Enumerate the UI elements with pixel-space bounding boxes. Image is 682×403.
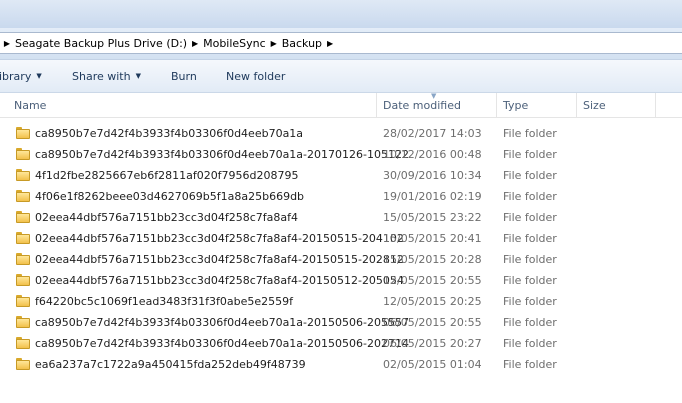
new-folder-button-label: New folder [226, 69, 286, 83]
file-date-modified: 30/09/2016 10:34 [383, 169, 482, 182]
file-type: File folder [503, 337, 557, 350]
burn-button-label: Burn [171, 69, 197, 83]
file-name: f64220bc5c1069f1ead3483f31f3f0abe5e2559f [35, 295, 294, 308]
file-date-modified: 15/05/2015 23:22 [383, 211, 482, 224]
file-name: ca8950b7e7d42f4b3933f4b03306f0d4eeb70a1a [35, 127, 304, 140]
column-label: Name [14, 98, 47, 112]
file-type: File folder [503, 211, 557, 224]
chevron-right-icon[interactable]: ▶ [326, 33, 334, 53]
folder-icon [16, 316, 30, 328]
file-date-modified: 28/02/2017 14:03 [383, 127, 482, 140]
folder-icon [16, 358, 30, 370]
file-row[interactable]: 02eea44dbf576a7151bb23cc3d04f258c7fa8af4… [0, 249, 682, 270]
file-type: File folder [503, 169, 557, 182]
file-name: ca8950b7e7d42f4b3933f4b03306f0d4eeb70a1a… [35, 148, 409, 161]
column-header-size[interactable]: Size [577, 93, 656, 117]
folder-icon [16, 211, 30, 223]
file-type: File folder [503, 190, 557, 203]
column-label: Date modified [383, 98, 461, 112]
share-button-label: Share with [72, 69, 131, 83]
breadcrumb-label: Seagate Backup Plus Drive (D:) [15, 36, 188, 50]
breadcrumb-item-backup[interactable]: Backup [282, 33, 322, 53]
include-in-library-button[interactable]: ibrary ▼ [0, 60, 42, 92]
share-with-button[interactable]: Share with ▼ [72, 60, 141, 92]
file-row[interactable]: ca8950b7e7d42f4b3933f4b03306f0d4eeb70a1a… [0, 312, 682, 333]
file-row[interactable]: 4f06e1f8262beee03d4627069b5f1a8a25b669db… [0, 186, 682, 207]
file-date-modified: 06/05/2015 20:55 [383, 316, 482, 329]
file-date-modified: 15/05/2015 20:41 [383, 232, 482, 245]
file-type: File folder [503, 232, 557, 245]
file-date-modified: 10/12/2016 00:48 [383, 148, 482, 161]
file-date-modified: 12/05/2015 20:25 [383, 295, 482, 308]
file-date-modified: 12/05/2015 20:55 [383, 274, 482, 287]
file-date-modified: 19/01/2016 02:19 [383, 190, 482, 203]
command-toolbar: ibrary ▼ Share with ▼ Burn New folder [0, 60, 682, 93]
file-type: File folder [503, 358, 557, 371]
dropdown-arrow-icon: ▼ [135, 72, 141, 80]
folder-icon [16, 232, 30, 244]
file-date-modified: 06/05/2015 20:27 [383, 337, 482, 350]
file-name: 4f1d2fbe2825667eb6f2811af020f7956d208795 [35, 169, 299, 182]
folder-icon [16, 127, 30, 139]
file-name: 4f06e1f8262beee03d4627069b5f1a8a25b669db [35, 190, 305, 203]
file-list: ca8950b7e7d42f4b3933f4b03306f0d4eeb70a1a… [0, 123, 682, 375]
column-label: Size [583, 98, 606, 112]
file-row[interactable]: 02eea44dbf576a7151bb23cc3d04f258c7fa8af4… [0, 228, 682, 249]
file-type: File folder [503, 253, 557, 266]
file-type: File folder [503, 316, 557, 329]
column-header-name[interactable]: Name [8, 93, 377, 117]
file-name: ca8950b7e7d42f4b3933f4b03306f0d4eeb70a1a… [35, 316, 409, 329]
breadcrumb-item-drive[interactable]: Seagate Backup Plus Drive (D:) [15, 33, 187, 53]
file-type: File folder [503, 274, 557, 287]
file-name: 02eea44dbf576a7151bb23cc3d04f258c7fa8af4… [35, 274, 404, 287]
folder-icon [16, 274, 30, 286]
chevron-right-icon[interactable]: ▶ [3, 33, 11, 53]
breadcrumb[interactable]: ▶ Seagate Backup Plus Drive (D:) ▶ Mobil… [0, 32, 682, 54]
file-type: File folder [503, 295, 557, 308]
chevron-right-icon[interactable]: ▶ [270, 33, 278, 53]
folder-icon [16, 295, 30, 307]
file-name: ca8950b7e7d42f4b3933f4b03306f0d4eeb70a1a… [35, 337, 409, 350]
file-name: ea6a237a7c1722a9a450415fda252deb49f48739 [35, 358, 306, 371]
file-row[interactable]: ea6a237a7c1722a9a450415fda252deb49f48739… [0, 354, 682, 375]
column-header-date-modified[interactable]: Date modified [377, 93, 497, 117]
library-button-label: ibrary [0, 69, 32, 83]
folder-icon [16, 190, 30, 202]
breadcrumb-label: MobileSync [203, 36, 266, 50]
file-row[interactable]: ca8950b7e7d42f4b3933f4b03306f0d4eeb70a1a… [0, 333, 682, 354]
column-header-row: Name Date modified ▼ Type Size [0, 92, 682, 118]
folder-icon [16, 337, 30, 349]
file-row[interactable]: ca8950b7e7d42f4b3933f4b03306f0d4eeb70a1a… [0, 123, 682, 144]
burn-button[interactable]: Burn [171, 60, 197, 92]
file-date-modified: 02/05/2015 01:04 [383, 358, 482, 371]
column-header-type[interactable]: Type [497, 93, 577, 117]
file-name: 02eea44dbf576a7151bb23cc3d04f258c7fa8af4… [35, 253, 404, 266]
file-row[interactable]: 02eea44dbf576a7151bb23cc3d04f258c7fa8af4… [0, 270, 682, 291]
file-row[interactable]: ca8950b7e7d42f4b3933f4b03306f0d4eeb70a1a… [0, 144, 682, 165]
file-row[interactable]: f64220bc5c1069f1ead3483f31f3f0abe5e2559f… [0, 291, 682, 312]
dropdown-arrow-icon: ▼ [36, 72, 42, 80]
file-name: 02eea44dbf576a7151bb23cc3d04f258c7fa8af4 [35, 211, 299, 224]
title-bar [0, 0, 682, 28]
sort-descending-icon: ▼ [431, 92, 437, 100]
file-date-modified: 15/05/2015 20:28 [383, 253, 482, 266]
folder-icon [16, 253, 30, 265]
column-label: Type [503, 98, 529, 112]
folder-icon [16, 148, 30, 160]
breadcrumb-item-mobilesync[interactable]: MobileSync [203, 33, 266, 53]
file-row[interactable]: 4f1d2fbe2825667eb6f2811af020f7956d208795… [0, 165, 682, 186]
breadcrumb-label: Backup [281, 36, 323, 50]
folder-icon [16, 169, 30, 181]
file-row[interactable]: 02eea44dbf576a7151bb23cc3d04f258c7fa8af4… [0, 207, 682, 228]
address-bar: ▶ Seagate Backup Plus Drive (D:) ▶ Mobil… [0, 28, 682, 60]
chevron-right-icon[interactable]: ▶ [191, 33, 199, 53]
file-type: File folder [503, 127, 557, 140]
file-name: 02eea44dbf576a7151bb23cc3d04f258c7fa8af4… [35, 232, 404, 245]
new-folder-button[interactable]: New folder [226, 60, 285, 92]
file-type: File folder [503, 148, 557, 161]
